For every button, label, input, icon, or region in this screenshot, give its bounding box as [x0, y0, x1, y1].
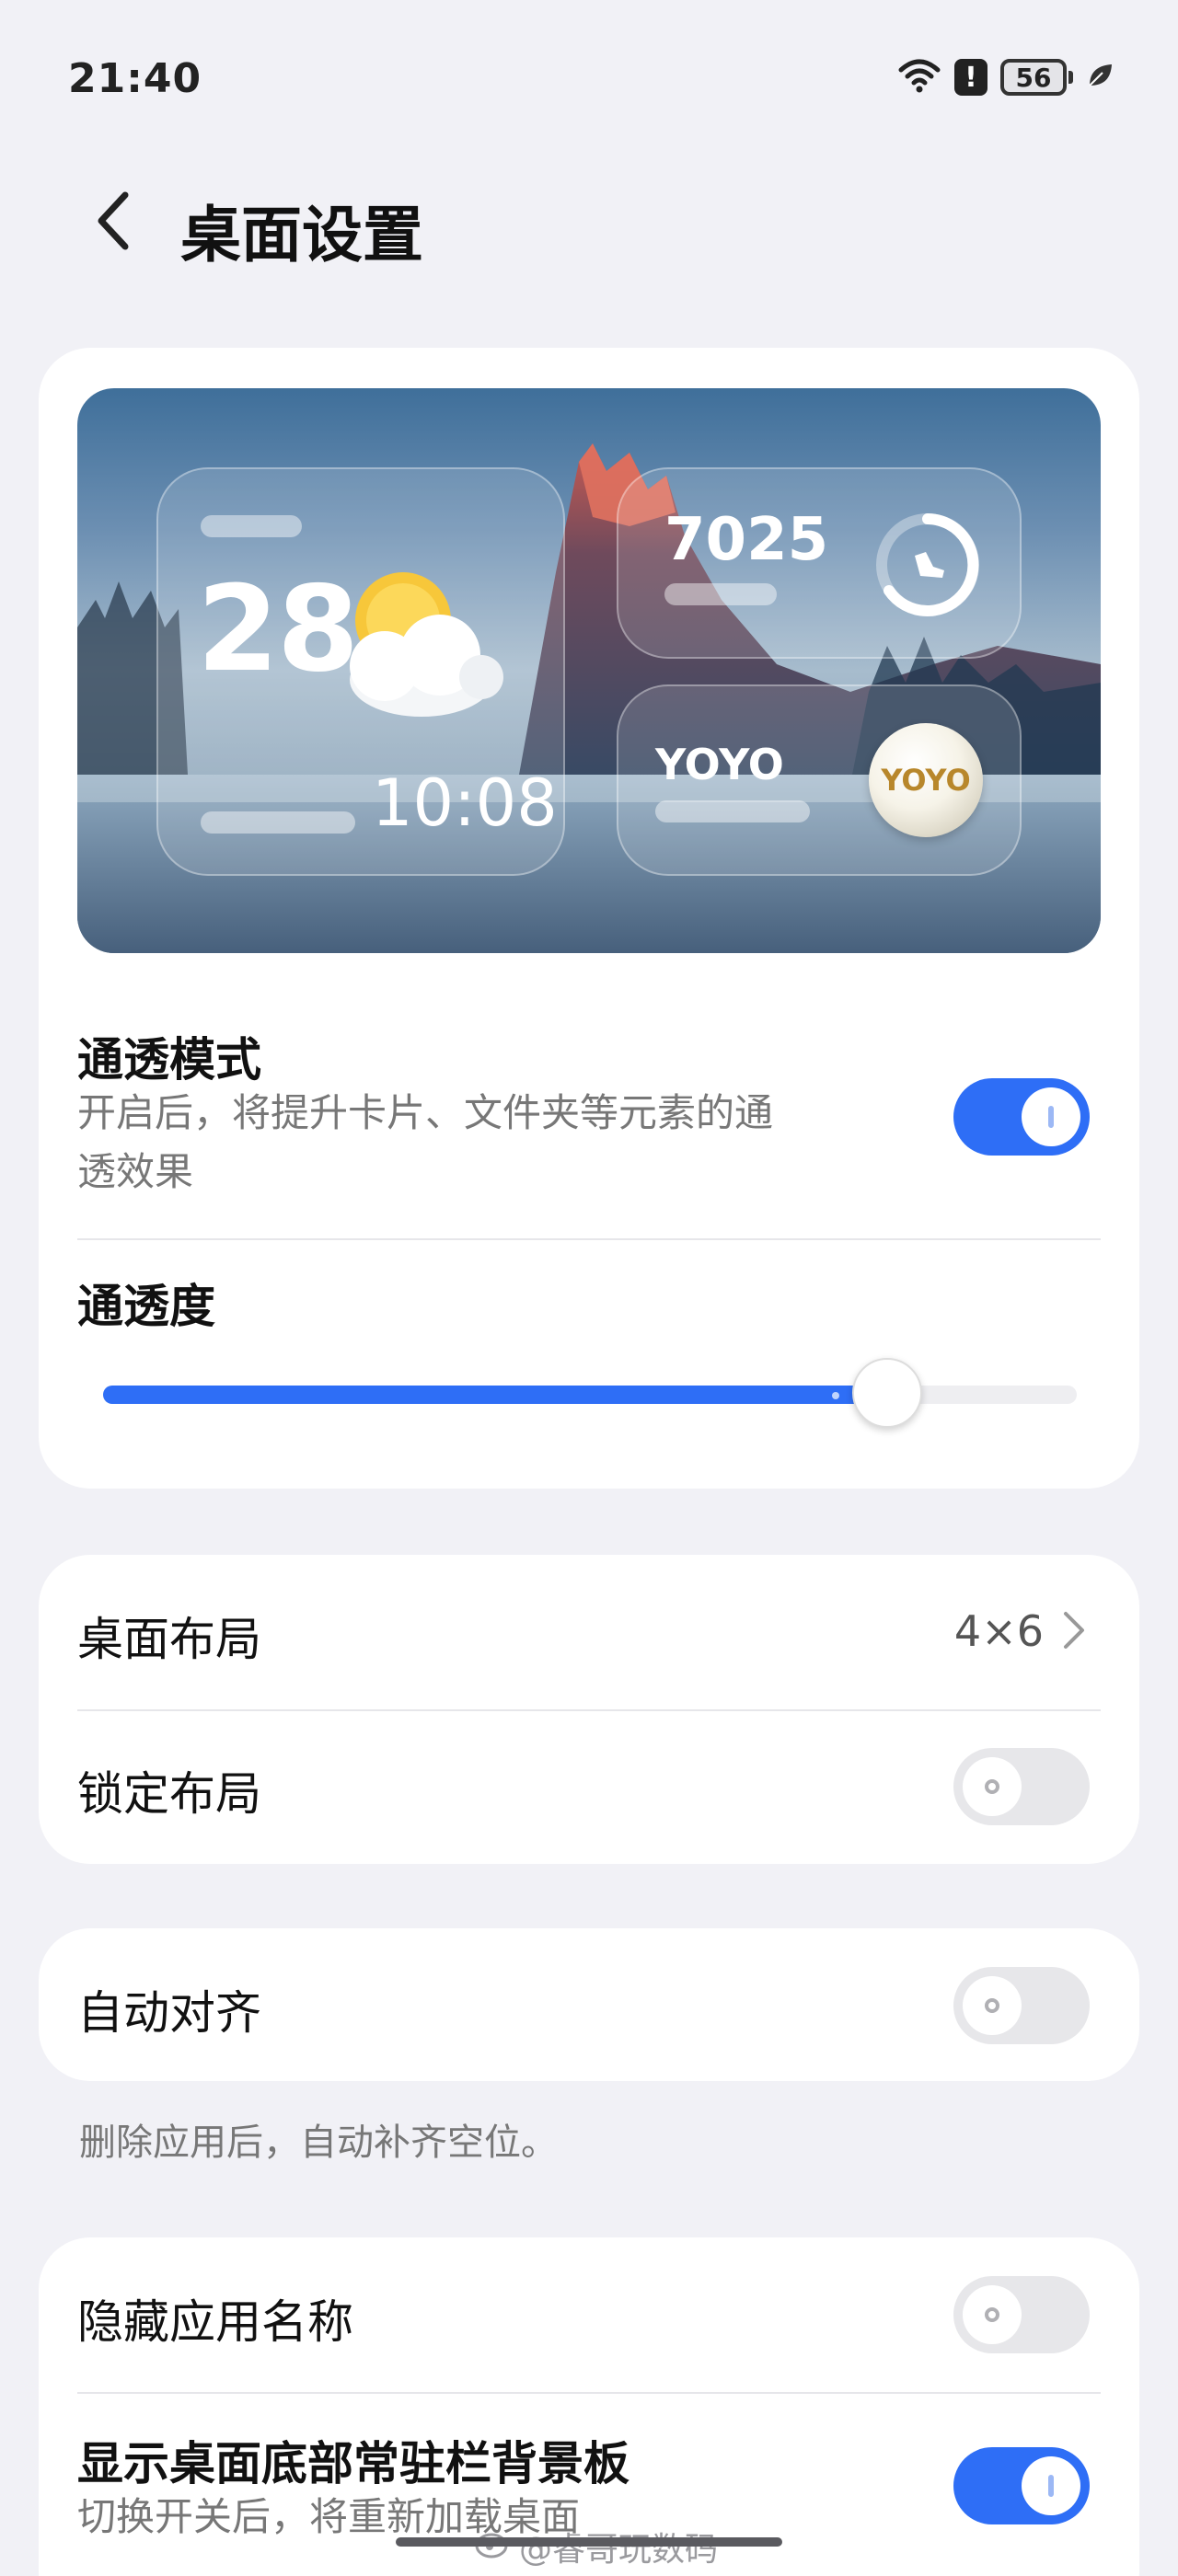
leaf-icon — [1086, 62, 1114, 93]
dock-background-title: 显示桌面底部常驻栏背景板 — [77, 2437, 629, 2490]
step-ring-icon — [876, 513, 979, 616]
sun-cloud-icon — [350, 572, 503, 717]
layout-card: 桌面布局 4×6 锁定布局 — [39, 1555, 1139, 1864]
battery-level: 56 — [1000, 59, 1067, 96]
steps-widget: 7025 — [617, 467, 1022, 659]
home-indicator[interactable] — [396, 2537, 782, 2547]
yoyo-ball-icon: YOYO — [869, 723, 983, 837]
transparency-slider-fill — [103, 1386, 887, 1404]
lock-layout-toggle[interactable] — [953, 1748, 1090, 1825]
transparency-level-title: 通透度 — [77, 1280, 215, 1333]
hide-app-names-toggle[interactable] — [953, 2276, 1090, 2353]
status-time: 21:40 — [68, 55, 202, 102]
hide-app-names-title: 隐藏应用名称 — [77, 2295, 353, 2349]
dock-background-toggle[interactable] — [953, 2447, 1090, 2524]
transparency-card: 28° 10:08 7025 YOYO YOYO 通透模式 开启后，将提升卡片、… — [39, 348, 1139, 1489]
watermark-text: @睿哥玩数码 — [519, 2531, 719, 2569]
back-button[interactable] — [83, 188, 147, 254]
status-icons: ! 56 — [897, 57, 1114, 98]
transparency-mode-toggle[interactable] — [953, 1078, 1090, 1156]
page-title: 桌面设置 — [180, 200, 423, 270]
steps-count: 7025 — [664, 506, 829, 574]
transparency-mode-desc-line1: 开启后，将提升卡片、文件夹等元素的通 — [77, 1090, 774, 1135]
auto-align-title: 自动对齐 — [77, 1986, 261, 2040]
lock-layout-title: 锁定布局 — [77, 1767, 261, 1821]
transparency-slider[interactable] — [103, 1358, 1077, 1428]
chevron-right-icon[interactable] — [1060, 1608, 1088, 1652]
wifi-icon — [897, 57, 941, 98]
desktop-layout-title[interactable]: 桌面布局 — [77, 1603, 261, 1669]
wallpaper-preview: 28° 10:08 7025 YOYO YOYO — [77, 388, 1101, 953]
weibo-icon — [475, 2527, 512, 2567]
auto-align-toggle[interactable] — [953, 1967, 1090, 2044]
battery-icon: 56 — [1000, 59, 1073, 96]
desktop-layout-value[interactable]: 4×6 — [954, 1606, 1044, 1656]
transparency-slider-thumb[interactable] — [852, 1358, 922, 1428]
back-arrow-icon — [98, 191, 129, 250]
header: 桌面设置 — [0, 175, 1178, 270]
alert-icon: ! — [954, 59, 987, 96]
status-bar: 21:40 ! 56 — [0, 0, 1178, 156]
watermark: @睿哥玩数码 — [475, 2523, 718, 2570]
transparency-mode-title: 通透模式 — [77, 1033, 261, 1087]
weather-widget: 28° 10:08 — [156, 467, 565, 876]
weather-clock: 10:08 — [372, 765, 558, 841]
yoyo-label: YOYO — [655, 740, 784, 789]
transparency-mode-desc-line2: 透效果 — [77, 1149, 194, 1194]
auto-align-card: 自动对齐 — [39, 1928, 1139, 2081]
auto-align-note: 删除应用后，自动补齐空位。 — [79, 2122, 558, 2164]
yoyo-widget: YOYO YOYO — [617, 684, 1022, 876]
